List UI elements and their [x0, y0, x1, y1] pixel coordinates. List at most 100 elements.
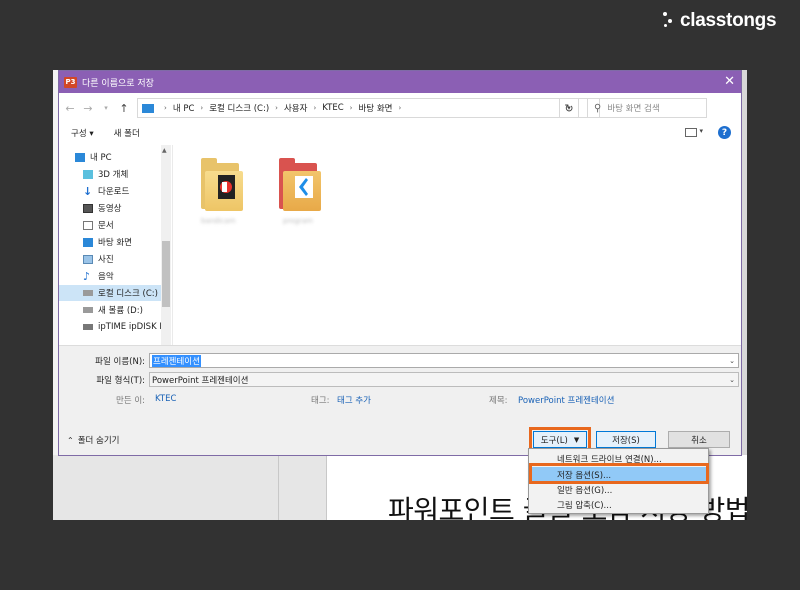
chevron-right-icon: ›	[398, 104, 402, 112]
cube-icon	[83, 169, 93, 179]
nav-item-label: 동영상	[98, 204, 122, 214]
recent-dropdown-icon[interactable]: ▾	[99, 104, 113, 112]
nav-item-videos[interactable]: 동영상	[59, 200, 161, 216]
search-input[interactable]: ⚲ 바탕 화면 검색	[587, 98, 707, 118]
desktop-icon	[83, 237, 93, 247]
nav-item-iptime-disk[interactable]: ipTIME ipDISK D	[59, 319, 161, 335]
picture-icon	[83, 254, 93, 264]
logo-dots-icon	[660, 10, 676, 32]
back-arrow-icon[interactable]: ←	[63, 102, 77, 115]
nav-item-label: 새 볼륨 (D:)	[98, 306, 143, 316]
organize-button[interactable]: 구성 ▾	[71, 127, 94, 139]
filetype-value: PowerPoint 프레젠테이션	[152, 375, 249, 386]
menu-item-general-options[interactable]: 일반 옵션(G)...	[531, 482, 706, 497]
classtongs-logo: classtongs	[660, 10, 777, 32]
filetype-label: 파일 형식(T):	[96, 376, 145, 386]
filename-label: 파일 이름(N):	[95, 357, 145, 367]
slide-gutter	[279, 455, 327, 520]
brand-name: classtongs	[680, 10, 777, 31]
close-icon[interactable]: ✕	[724, 74, 735, 89]
navigation-pane: 내 PC 3D 개체 ↓ 다운로드 동영상 문서 바탕 화면 사진 ♪ 음악 로…	[59, 145, 172, 345]
hide-folders-toggle[interactable]: ⌃ 폴더 숨기기	[67, 434, 120, 447]
folder-icon[interactable]	[199, 153, 245, 213]
nav-item-label: ipTIME ipDISK D	[98, 322, 161, 332]
breadcrumb-item[interactable]: 로컬 디스크 (C:)	[209, 102, 269, 114]
title-label: 제목:	[489, 396, 508, 406]
help-icon[interactable]: ?	[718, 126, 731, 139]
file-name: program	[283, 217, 313, 225]
breadcrumb-item[interactable]: 바탕 화면	[358, 102, 392, 114]
chevron-right-icon: ›	[164, 104, 167, 112]
network-drive-icon	[83, 324, 93, 330]
video-icon	[83, 203, 93, 213]
nav-item-label: 바탕 화면	[98, 238, 132, 248]
powerpoint-app-icon: P3	[64, 76, 77, 88]
music-note-icon: ♪	[83, 269, 91, 283]
view-options-icon[interactable]	[685, 128, 697, 137]
save-options-highlight-box	[529, 463, 709, 484]
nav-item-desktop[interactable]: 바탕 화면	[59, 234, 161, 250]
save-button[interactable]: 저장(S)	[596, 431, 656, 448]
chevron-down-icon[interactable]: ⌄	[729, 376, 735, 384]
nav-item-label: 다운로드	[98, 187, 130, 197]
chevron-down-icon[interactable]: ⌄	[729, 357, 735, 365]
chevron-down-icon[interactable]: ▾	[699, 127, 703, 135]
search-placeholder: 바탕 화면 검색	[607, 104, 660, 114]
search-icon: ⚲	[594, 102, 602, 114]
filename-value: 프레젠테이션	[152, 354, 201, 367]
breadcrumb-item[interactable]: KTEC	[322, 103, 343, 113]
title-value[interactable]: PowerPoint 프레젠테이션	[518, 394, 614, 406]
dialog-titlebar[interactable]: P3 다른 이름으로 저장 ✕	[59, 71, 741, 93]
nav-item-documents[interactable]: 문서	[59, 217, 161, 233]
computer-icon	[142, 103, 154, 113]
breadcrumb-item[interactable]: 내 PC	[173, 102, 195, 114]
scroll-up-icon[interactable]: ▲	[162, 147, 167, 154]
forward-arrow-icon[interactable]: →	[81, 102, 95, 115]
chevron-right-icon: ›	[200, 104, 204, 112]
nav-item-downloads[interactable]: ↓ 다운로드	[59, 183, 161, 199]
chevron-right-icon: ›	[275, 104, 278, 112]
tags-label: 태그:	[311, 396, 330, 406]
slide-thumbnail-pane	[53, 455, 279, 520]
address-row: ← → ▾ ↑ › 내 PC › 로컬 디스크 (C:) › 사용자 › KTE…	[59, 95, 741, 121]
up-arrow-icon[interactable]: ↑	[117, 102, 131, 115]
nav-item-new-volume-d[interactable]: 새 볼륨 (D:)	[59, 302, 161, 318]
nav-item-label: 음악	[98, 272, 114, 282]
authors-value[interactable]: KTEC	[155, 394, 176, 404]
nav-item-label: 사진	[98, 255, 114, 265]
nav-item-music[interactable]: ♪ 음악	[59, 268, 161, 284]
chevron-up-icon: ⌃	[67, 435, 74, 445]
file-list: bandicam program	[173, 145, 741, 345]
nav-item-label: 내 PC	[90, 153, 112, 163]
menu-item-compress-pictures[interactable]: 그림 압축(C)...	[531, 497, 706, 512]
powerpoint-ribbon-edge	[742, 70, 747, 460]
nav-item-this-pc[interactable]: 내 PC	[59, 149, 161, 165]
tags-value[interactable]: 태그 추가	[337, 394, 371, 406]
nav-item-3d-objects[interactable]: 3D 개체	[59, 166, 161, 182]
drive-icon	[83, 307, 93, 313]
filetype-select[interactable]: PowerPoint 프레젠테이션 ⌄	[149, 372, 739, 387]
refresh-icon[interactable]: ↻	[559, 98, 579, 118]
computer-icon	[75, 152, 85, 162]
address-bar[interactable]: › 내 PC › 로컬 디스크 (C:) › 사용자 › KTEC › 바탕 화…	[137, 98, 600, 118]
save-as-dialog: P3 다른 이름으로 저장 ✕ ← → ▾ ↑ › 내 PC › 로컬 디스크 …	[58, 70, 742, 456]
cancel-button[interactable]: 취소	[668, 431, 730, 448]
nav-item-local-disk-c[interactable]: 로컬 디스크 (C:)	[59, 285, 161, 301]
breadcrumb-item[interactable]: 사용자	[284, 102, 307, 114]
document-icon	[83, 220, 93, 230]
program-emblem-icon	[295, 176, 313, 198]
nav-item-pictures[interactable]: 사진	[59, 251, 161, 267]
chevron-right-icon: ›	[349, 104, 353, 112]
file-name: bandicam	[201, 217, 236, 225]
nav-item-label: 문서	[98, 221, 114, 231]
folder-icon[interactable]	[277, 153, 323, 213]
drive-icon	[83, 290, 93, 296]
authors-label: 만든 이:	[116, 396, 146, 406]
filename-input[interactable]: 프레젠테이션 ⌄	[149, 353, 739, 368]
bandicam-emblem-icon	[218, 175, 235, 199]
scrollbar-thumb[interactable]	[162, 241, 170, 307]
nav-item-label: 3D 개체	[98, 170, 129, 180]
chevron-right-icon: ›	[313, 104, 317, 112]
dialog-title: 다른 이름으로 저장	[82, 78, 154, 89]
new-folder-button[interactable]: 새 폴더	[114, 127, 140, 139]
